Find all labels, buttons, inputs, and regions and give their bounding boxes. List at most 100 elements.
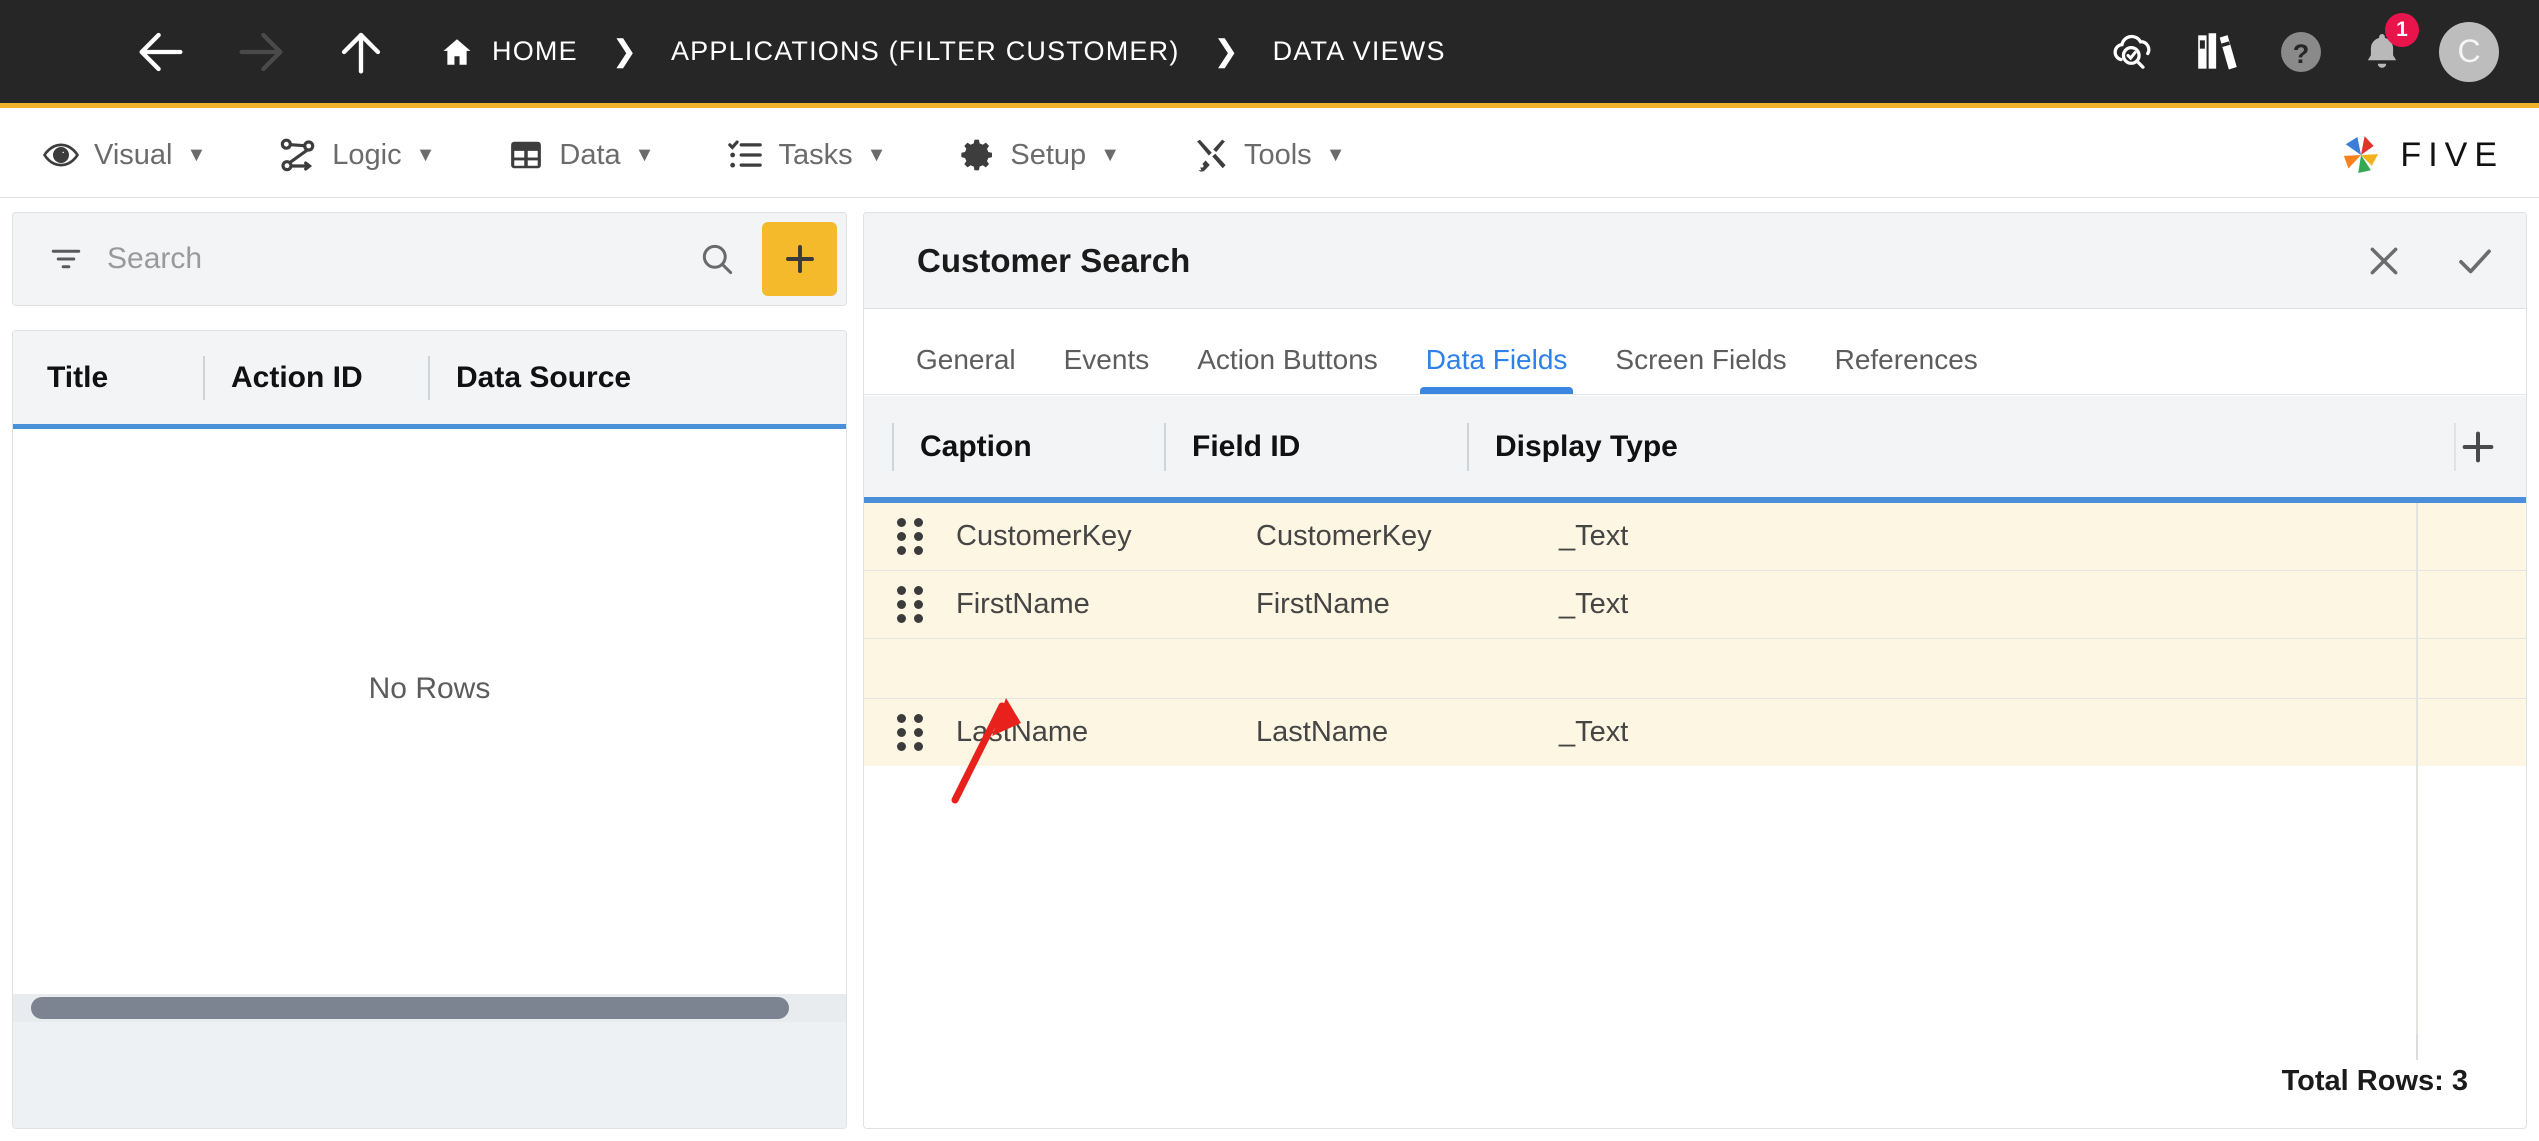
breadcrumb-label-home: HOME: [492, 36, 578, 66]
column-divider-end: [2454, 422, 2456, 471]
chevron-down-icon: ▼: [415, 143, 436, 166]
column-header-data-source[interactable]: Data Source: [428, 331, 846, 424]
menu-label-tasks: Tasks: [778, 138, 853, 171]
column-header-caption[interactable]: Caption: [864, 396, 1164, 497]
grid-footer: Total Rows: 3: [864, 1034, 2526, 1128]
chevron-down-icon: ▼: [1325, 143, 1346, 166]
user-avatar[interactable]: C: [2439, 21, 2499, 82]
horizontal-scrollbar-thumb[interactable]: [31, 997, 789, 1019]
left-grid-footer: [13, 1022, 846, 1128]
empty-state-message: No Rows: [368, 672, 491, 705]
menu-label-data: Data: [559, 138, 621, 171]
tab-data-fields[interactable]: Data Fields: [1402, 344, 1592, 394]
column-divider: [428, 355, 430, 400]
back-arrow-icon[interactable]: [130, 21, 192, 83]
horizontal-scrollbar-track[interactable]: [13, 994, 846, 1022]
library-books-icon[interactable]: [2193, 27, 2243, 77]
close-icon[interactable]: [2364, 241, 2404, 281]
five-pinwheel-icon: [2344, 136, 2379, 173]
tab-screen-fields[interactable]: Screen Fields: [1591, 344, 1810, 394]
breadcrumb-separator-2: ❯: [1213, 35, 1239, 68]
cell-display-type: _Text: [1559, 588, 1629, 620]
table-grid-icon: [507, 136, 545, 174]
five-logo: FIVE: [2334, 128, 2504, 182]
column-header-title[interactable]: Title: [13, 331, 203, 424]
column-header-field-id[interactable]: Field ID: [1164, 396, 1467, 497]
detail-panel: Customer Search General Events Action Bu…: [863, 212, 2527, 1129]
menu-item-visual[interactable]: Visual ▼: [42, 113, 206, 197]
notification-badge: 1: [2385, 12, 2419, 47]
gear-icon: [958, 136, 996, 174]
up-arrow-icon[interactable]: [330, 21, 392, 83]
help-icon[interactable]: ?: [2277, 28, 2325, 76]
add-record-button[interactable]: [762, 222, 837, 296]
breadcrumb-item-applications[interactable]: APPLICATIONS (FILTER CUSTOMER): [671, 36, 1180, 67]
home-icon: [440, 35, 474, 69]
column-divider: [892, 422, 894, 471]
tab-references[interactable]: References: [1811, 344, 2002, 394]
notifications-bell-icon[interactable]: 1: [2359, 12, 2419, 75]
row-column-divider: [2416, 699, 2418, 766]
detail-panel-header: Customer Search: [864, 213, 2526, 309]
search-bar: [12, 212, 847, 306]
column-label-action-id: Action ID: [231, 360, 363, 394]
footer-divider: [2416, 1034, 2418, 1060]
cell-field-id: FirstName: [1256, 588, 1390, 620]
breadcrumb-item-home[interactable]: HOME: [440, 35, 578, 69]
table-row[interactable]: FirstName FirstName _Text: [864, 571, 2526, 639]
left-grid-header-row: Title Action ID Data Source: [13, 331, 846, 429]
column-label-display-type: Display Type: [1495, 429, 1678, 463]
tab-action-buttons[interactable]: Action Buttons: [1173, 344, 1402, 394]
hamburger-menu-icon[interactable]: [46, 35, 92, 69]
column-header-action-id[interactable]: Action ID: [203, 331, 428, 424]
cell-caption: LastName: [956, 716, 1089, 748]
row-column-divider: [2416, 571, 2418, 638]
row-drag-handle[interactable]: [864, 699, 956, 766]
breadcrumb-item-data-views[interactable]: DATA VIEWS: [1273, 36, 1446, 67]
checklist-icon: [726, 136, 764, 174]
page-title: Customer Search: [917, 241, 1191, 279]
svg-text:?: ?: [2293, 38, 2310, 68]
tools-icon: [1192, 136, 1230, 174]
grid-empty-area: [864, 766, 2526, 1034]
menu-item-logic[interactable]: Logic ▼: [278, 113, 435, 197]
cloud-check-search-icon[interactable]: [2107, 26, 2159, 78]
top-navigation-bar: HOME ❯ APPLICATIONS (FILTER CUSTOMER) ❯ …: [0, 0, 2539, 108]
row-drag-handle[interactable]: [864, 503, 956, 570]
left-data-grid: Title Action ID Data Source No Rows: [12, 330, 847, 1129]
five-logo-text: FIVE: [2400, 135, 2504, 174]
menu-label-visual: Visual: [94, 138, 173, 171]
column-label-data-source: Data Source: [456, 360, 632, 394]
menu-item-data[interactable]: Data ▼: [507, 113, 654, 197]
drag-handle-icon[interactable]: [897, 518, 923, 555]
row-drag-handle[interactable]: [864, 571, 956, 638]
add-field-button[interactable]: [2458, 427, 2498, 467]
column-header-display-type[interactable]: Display Type: [1467, 396, 2454, 497]
chevron-down-icon: ▼: [634, 143, 655, 166]
detail-panel-actions: [2314, 240, 2496, 282]
tab-general[interactable]: General: [892, 344, 1040, 394]
menu-item-setup[interactable]: Setup ▼: [958, 113, 1120, 197]
row-column-divider: [2416, 639, 2418, 698]
search-input[interactable]: [107, 242, 698, 276]
drag-handle-icon[interactable]: [897, 586, 923, 623]
menu-item-tasks[interactable]: Tasks ▼: [726, 113, 886, 197]
cell-display-type: _Text: [1559, 716, 1629, 748]
left-grid-body: No Rows: [13, 429, 846, 989]
table-row[interactable]: CustomerKey CustomerKey _Text: [864, 503, 2526, 571]
row-column-divider: [2416, 503, 2418, 570]
filter-icon[interactable]: [49, 242, 83, 276]
check-icon[interactable]: [2454, 240, 2496, 282]
search-icon[interactable]: [698, 240, 736, 278]
chevron-down-icon: ▼: [866, 143, 887, 166]
chevron-down-icon: ▼: [1100, 143, 1120, 166]
data-fields-grid: Caption Field ID Display Type CustomerKe…: [864, 396, 2526, 1128]
forward-arrow-icon[interactable]: [230, 21, 292, 83]
drag-handle-icon[interactable]: [897, 714, 923, 751]
menu-item-tools[interactable]: Tools ▼: [1192, 113, 1346, 197]
menu-label-tools: Tools: [1243, 138, 1312, 171]
topbar-actions: ? 1 C: [2073, 12, 2539, 82]
tab-events[interactable]: Events: [1040, 344, 1174, 394]
menu-label-setup: Setup: [1010, 138, 1087, 171]
table-row[interactable]: LastName LastName _Text: [864, 699, 2526, 767]
